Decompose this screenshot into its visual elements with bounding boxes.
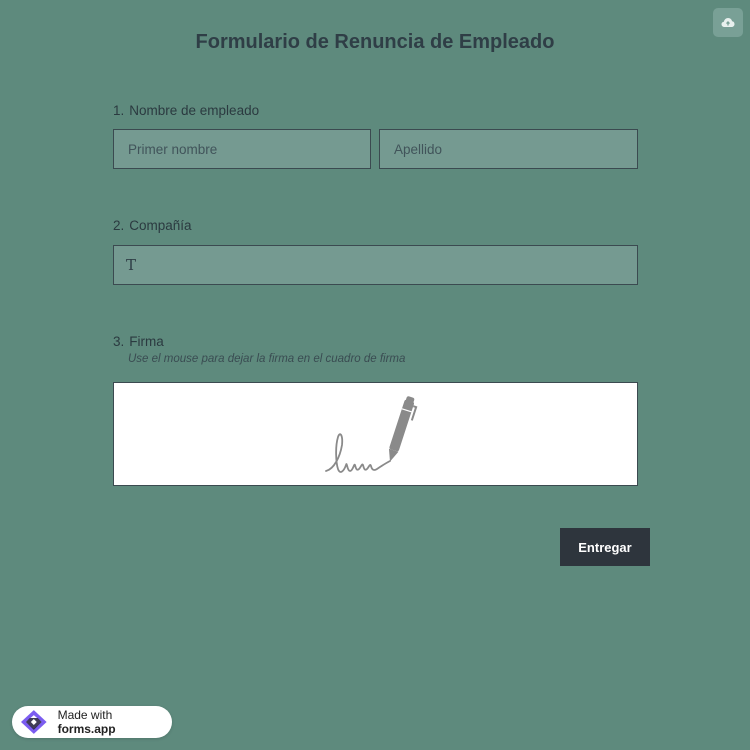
first-name-input[interactable] [113, 129, 371, 169]
badge-brand: forms.app [57, 722, 116, 736]
question-employee-name: 1. Nombre de empleado [113, 103, 259, 118]
question-number: 1. [113, 103, 125, 118]
submit-button[interactable]: Entregar [560, 528, 650, 566]
company-input[interactable] [113, 245, 638, 285]
signature-pen-icon [325, 396, 418, 473]
made-with-badge[interactable]: Made with forms.app [12, 706, 172, 738]
question-number: 3. [113, 334, 125, 349]
signature-hint: Use el mouse para dejar la firma en el c… [128, 353, 406, 365]
question-label: Firma [129, 334, 164, 349]
question-signature: 3. Firma [113, 334, 164, 349]
question-label: Nombre de empleado [129, 103, 260, 118]
cloud-upload-icon [721, 17, 735, 27]
signature-pad[interactable] [113, 382, 638, 486]
badge-text: Made with forms.app [58, 708, 172, 736]
forms-app-logo-icon [20, 710, 47, 734]
question-label: Compañía [129, 218, 192, 233]
last-name-input[interactable] [379, 129, 638, 169]
badge-prefix: Made with [57, 708, 113, 722]
question-number: 2. [113, 218, 125, 233]
form-title: Formulario de Renuncia de Empleado [195, 31, 555, 53]
question-company: 2. Compañía [113, 218, 192, 233]
